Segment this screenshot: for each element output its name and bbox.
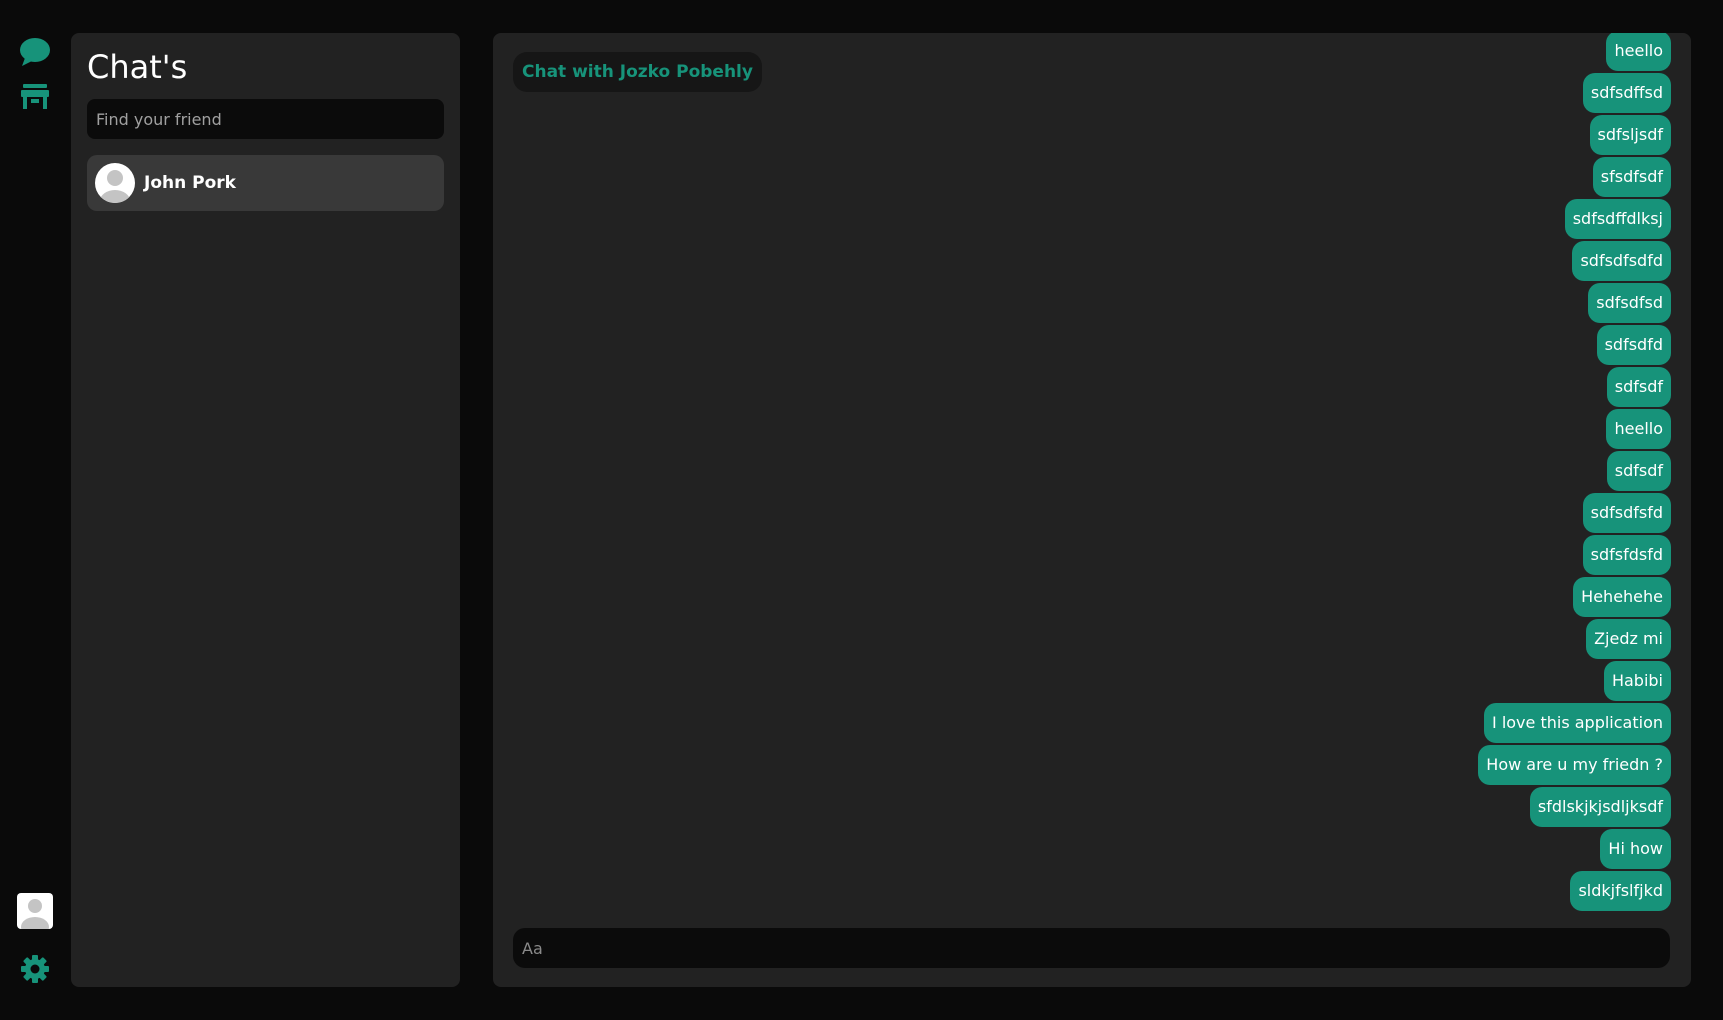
message-bubble: sfdlskjkjsdljksdf [1529, 787, 1671, 827]
friend-name: John Pork [144, 173, 236, 193]
message-list[interactable]: heello sdfsdffsd sdfsljsdf sfsdfsdf sdfsdffd… [493, 33, 1691, 911]
store-nav-button[interactable] [17, 78, 53, 114]
message-bubble: heello [1606, 409, 1671, 449]
settings-button[interactable] [17, 951, 53, 987]
message-bubble: Zjedz mi [1586, 619, 1671, 659]
message-bubble: sldkjfslfjkd [1570, 871, 1671, 911]
message-bubble: sdfsdfsd [1588, 283, 1671, 323]
chat-header: Chat with Jozko Pobehly [513, 52, 762, 92]
user-avatar-icon [21, 899, 49, 929]
message-bubble: Hehehehe [1573, 577, 1671, 617]
message-bubble: Hi how [1600, 829, 1671, 869]
chat-panel: heello sdfsdffsd sdfsljsdf sfsdfsdf sdfsdffd… [493, 33, 1691, 987]
message-bubble: sdfsdfd [1596, 325, 1671, 365]
message-bubble: sfsdfsdf [1592, 157, 1671, 197]
message-bubble: sdfsdf [1606, 451, 1671, 491]
profile-avatar-button[interactable] [17, 893, 53, 929]
gear-icon [21, 955, 49, 983]
message-bubble: sdfsdfsfd [1582, 493, 1671, 533]
chat-bubble-icon [20, 38, 50, 66]
message-bubble: I love this application [1484, 703, 1671, 743]
message-bubble: sdfsdffdlksj [1564, 199, 1671, 239]
message-bubble: How are u my friedn ? [1478, 745, 1671, 785]
message-stack: heello sdfsdffsd sdfsljsdf sfsdfsdf sdfsdffd… [1478, 33, 1671, 911]
message-bubble: heello [1606, 33, 1671, 71]
search-input[interactable] [87, 99, 444, 139]
user-avatar-icon [100, 170, 130, 203]
icon-rail [0, 0, 70, 1020]
message-input[interactable] [513, 928, 1670, 968]
chats-panel: Chat's John Pork [71, 33, 460, 987]
chat-nav-button[interactable] [17, 34, 53, 70]
message-bubble: sdfsdf [1606, 367, 1671, 407]
message-bubble: sdfsdffsd [1582, 73, 1671, 113]
message-bubble: sdfsljsdf [1589, 115, 1671, 155]
friend-list-item[interactable]: John Pork [87, 155, 444, 211]
avatar [95, 163, 135, 203]
storefront-icon [21, 84, 49, 109]
message-bubble: sdfsdfsdfd [1572, 241, 1671, 281]
page-title: Chat's [87, 48, 188, 86]
app-root: Chat's John Pork heellosdfsdffsdsdfsljsd… [0, 0, 1723, 1020]
message-bubble: sdfsfdsfd [1582, 535, 1671, 575]
message-bubble: Habibi [1603, 661, 1671, 701]
